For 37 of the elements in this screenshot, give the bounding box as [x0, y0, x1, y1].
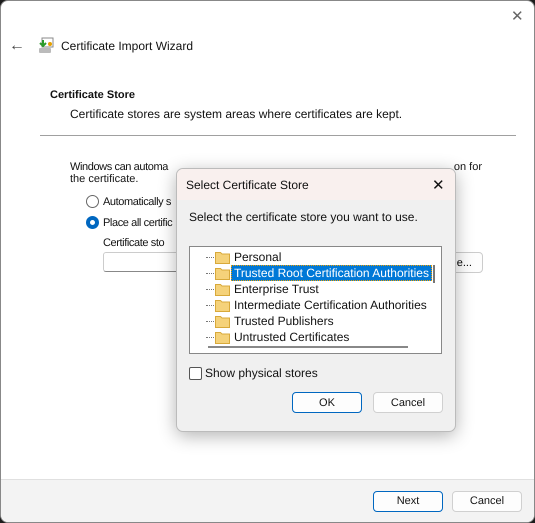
store-item[interactable]: Trusted Publishers — [231, 313, 337, 329]
scrollbar-thumb[interactable] — [208, 346, 408, 348]
close-button[interactable]: ✕ — [511, 7, 524, 25]
field-label: Certificate sto — [103, 237, 164, 249]
folder-icon — [215, 314, 230, 328]
cancel-button[interactable]: Cancel — [373, 392, 443, 413]
store-item[interactable]: Intermediate Certification Authorities — [231, 297, 430, 313]
scrollbar-thumb[interactable] — [433, 265, 435, 283]
certificate-icon — [37, 37, 55, 55]
folder-icon — [215, 282, 230, 296]
checkbox[interactable] — [189, 366, 202, 380]
section-description: Certificate stores are system areas where certificates are kept. — [70, 107, 404, 121]
store-item[interactable]: Untrusted Certificates — [231, 329, 352, 345]
radio-button[interactable] — [86, 216, 99, 229]
dialog-prompt: Select the certificate store you want to use. — [189, 210, 419, 226]
radio-label: Place all certific — [103, 216, 172, 228]
section-heading: Certificate Store — [50, 89, 136, 101]
ok-button[interactable]: OK — [292, 392, 362, 413]
folder-icon — [215, 266, 230, 280]
next-button[interactable]: Next — [373, 490, 443, 512]
close-button[interactable]: ✕ — [432, 176, 445, 194]
intro-text: on for — [454, 161, 482, 173]
cancel-button[interactable]: Cancel — [452, 490, 522, 512]
radio-label: Automatically s — [103, 196, 171, 208]
folder-icon — [215, 330, 230, 344]
dialog-title: Select Certificate Store — [186, 178, 309, 192]
store-item[interactable]: Personal — [231, 249, 284, 265]
radio-button[interactable] — [86, 195, 99, 208]
back-button[interactable]: ← — [9, 37, 31, 55]
store-item[interactable]: Trusted Root Certification Authorities — [231, 265, 432, 281]
checkbox-label: Show physical stores — [205, 366, 318, 380]
window-title: Certificate Import Wizard — [61, 39, 194, 53]
intro-text: the certificate. — [70, 173, 138, 185]
folder-icon — [215, 298, 230, 312]
intro-text: Windows can automa — [70, 161, 168, 173]
store-item[interactable]: Enterprise Trust — [231, 281, 322, 297]
folder-icon — [215, 250, 230, 264]
